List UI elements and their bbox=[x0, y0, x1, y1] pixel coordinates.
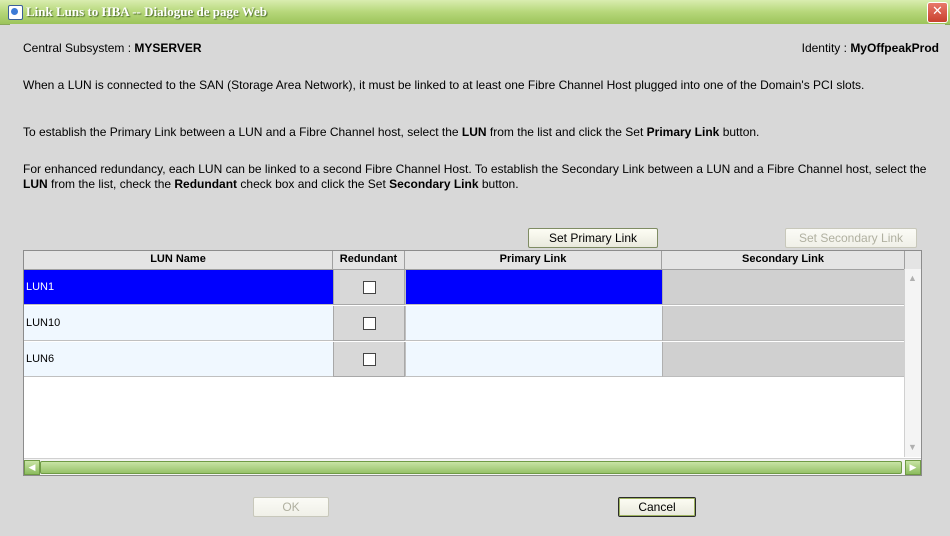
instruction-paragraph-2: To establish the Primary Link between a … bbox=[23, 125, 933, 140]
primary-link-cell[interactable] bbox=[405, 342, 662, 377]
identity-label: Identity : bbox=[801, 41, 851, 55]
primary-link-cell[interactable] bbox=[405, 270, 662, 305]
p2-text-c: from the list and click the Set bbox=[486, 125, 647, 139]
table-row[interactable]: LUN1 bbox=[24, 270, 921, 306]
p3-bold-secondary: Secondary Link bbox=[389, 177, 479, 191]
scroll-down-icon[interactable]: ▼ bbox=[907, 442, 918, 453]
scroll-right-icon[interactable]: ▶ bbox=[905, 460, 921, 475]
scroll-up-icon[interactable]: ▲ bbox=[907, 273, 918, 284]
p3-text-c: from the list, check the bbox=[47, 177, 175, 191]
lun-name-cell[interactable]: LUN10 bbox=[24, 306, 333, 341]
redundant-cell bbox=[333, 270, 405, 305]
redundant-checkbox[interactable] bbox=[363, 281, 376, 294]
scroll-left-icon[interactable]: ◀ bbox=[24, 460, 40, 475]
close-button[interactable]: ✕ bbox=[927, 2, 948, 23]
p3-bold-redundant: Redundant bbox=[174, 177, 238, 191]
p3-text-e: check box and click the Set bbox=[237, 177, 390, 191]
subsystem-label: Central Subsystem : bbox=[23, 41, 135, 55]
instruction-paragraph-3: For enhanced redundancy, each LUN can be… bbox=[23, 162, 933, 192]
col-header-redundant[interactable]: Redundant bbox=[333, 251, 405, 269]
col-header-lun-name[interactable]: LUN Name bbox=[24, 251, 333, 269]
instruction-paragraph-1: When a LUN is connected to the SAN (Stor… bbox=[23, 78, 865, 92]
identity-info: Identity : MyOffpeakProd bbox=[802, 41, 939, 55]
set-secondary-link-button[interactable]: Set Secondary Link bbox=[785, 228, 917, 248]
col-header-primary-link[interactable]: Primary Link bbox=[405, 251, 662, 269]
col-header-secondary-link[interactable]: Secondary Link bbox=[662, 251, 905, 269]
redundant-cell bbox=[333, 306, 405, 341]
table-header: LUN Name Redundant Primary Link Secondar… bbox=[24, 251, 921, 270]
ie-page-icon bbox=[8, 5, 23, 20]
subsystem-info: Central Subsystem : MYSERVER bbox=[23, 41, 202, 55]
redundant-checkbox[interactable] bbox=[363, 317, 376, 330]
p2-bold-primary: Primary Link bbox=[646, 125, 720, 139]
dialog-window: Link Luns to HBA -- Dialogue de page Web… bbox=[0, 0, 950, 536]
horizontal-scroll-thumb[interactable] bbox=[40, 461, 902, 474]
p2-bold-lun: LUN bbox=[461, 125, 487, 139]
lun-name-cell[interactable]: LUN1 bbox=[24, 270, 333, 305]
p2-text-a: To establish the Primary Link between a … bbox=[23, 125, 462, 139]
redundant-checkbox[interactable] bbox=[363, 353, 376, 366]
table-row[interactable]: LUN6 bbox=[24, 342, 921, 378]
lun-table: LUN Name Redundant Primary Link Secondar… bbox=[23, 250, 922, 476]
table-row[interactable]: LUN10 bbox=[24, 306, 921, 342]
window-title: Link Luns to HBA -- Dialogue de page Web bbox=[26, 4, 268, 19]
secondary-link-cell[interactable] bbox=[662, 342, 921, 377]
primary-link-cell[interactable] bbox=[405, 306, 662, 341]
ok-button[interactable]: OK bbox=[253, 497, 329, 517]
p3-text-g: button. bbox=[478, 177, 519, 191]
title-bar[interactable]: Link Luns to HBA -- Dialogue de page Web… bbox=[0, 0, 950, 25]
set-primary-link-button[interactable]: Set Primary Link bbox=[528, 228, 658, 248]
redundant-cell bbox=[333, 342, 405, 377]
p3-text-a: For enhanced redundancy, each LUN can be… bbox=[23, 162, 927, 176]
cancel-button[interactable]: Cancel bbox=[618, 497, 696, 517]
p3-bold-lun: LUN bbox=[23, 177, 48, 191]
lun-name-cell[interactable]: LUN6 bbox=[24, 342, 333, 377]
p2-text-e: button. bbox=[719, 125, 760, 139]
vertical-scrollbar[interactable]: ▲ ▼ bbox=[904, 269, 921, 457]
subsystem-value: MYSERVER bbox=[134, 41, 202, 55]
secondary-link-cell[interactable] bbox=[662, 306, 921, 341]
secondary-link-cell[interactable] bbox=[662, 270, 921, 305]
identity-value: MyOffpeakProd bbox=[850, 41, 939, 55]
horizontal-scrollbar[interactable]: ◀ ▶ bbox=[24, 458, 921, 475]
dialog-content: Central Subsystem : MYSERVER Identity : … bbox=[10, 24, 945, 536]
